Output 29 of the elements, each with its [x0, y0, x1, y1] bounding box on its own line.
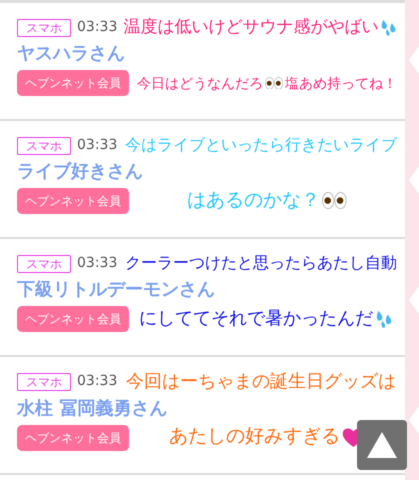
poster-name: 水柱 冨岡義勇さん	[17, 396, 168, 421]
comment-text: 今はライブといったら行きたいライブ	[125, 136, 398, 156]
post-time: 03:33	[77, 372, 118, 392]
comment-text: クーラーつけたと思ったらあたし自動	[125, 254, 398, 274]
member-button[interactable]: ヘブンネット会員	[17, 424, 129, 451]
poster-name: ヤスハラさん	[17, 42, 126, 66]
comment-text: 今回はーちゃまの誕生日グッズは	[126, 371, 396, 393]
poster-name: ライブ好きさん	[17, 160, 144, 184]
device-tag: スマホ	[17, 372, 71, 391]
comment-text: はあるのかな？	[187, 190, 320, 212]
device-tag: スマホ	[17, 18, 71, 36]
scroll-top-button[interactable]	[357, 420, 407, 470]
eyes-icon	[264, 76, 284, 90]
device-tag: スマホ	[17, 136, 71, 154]
comment-text: 塩あめ持ってね！	[285, 74, 398, 92]
member-button[interactable]: ヘブンネット会員	[17, 188, 129, 214]
comment-text: あたしの好みすぎる	[169, 426, 340, 449]
member-button[interactable]: ヘブンネット会員	[17, 306, 129, 332]
post-time: 03:33	[77, 136, 118, 155]
comment-text: 温度は低いけどサウナ感がやばい	[123, 17, 378, 38]
poster-name: 下級リトルデーモンさん	[17, 278, 216, 302]
eyes-icon	[322, 192, 347, 210]
member-button[interactable]: ヘブンネット会員	[17, 70, 129, 96]
comment-text: にしててそれで暑かったんだ	[139, 308, 374, 330]
up-triangle-icon	[367, 432, 397, 458]
device-tag: スマホ	[17, 254, 71, 272]
post-time: 03:33	[77, 18, 118, 37]
post-time: 03:33	[77, 254, 118, 273]
comment-text: 今日はどうなんだろ	[136, 74, 263, 92]
